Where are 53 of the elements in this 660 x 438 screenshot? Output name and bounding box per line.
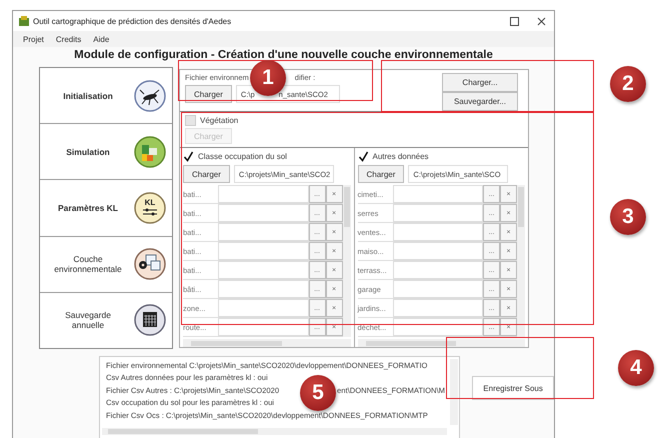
menu-item[interactable]: Projet: [23, 34, 44, 44]
layers-gear-icon: [134, 248, 166, 280]
file-field[interactable]: [392, 280, 483, 298]
config-button[interactable]: Sauvegarder...: [442, 92, 518, 111]
file-field[interactable]: [392, 261, 483, 279]
file-field[interactable]: [218, 299, 308, 317]
menu-item[interactable]: Credits: [56, 34, 82, 44]
bar-chart-icon: [134, 136, 166, 168]
sidebar-item[interactable]: Initialisation: [48, 90, 128, 101]
file-field[interactable]: [218, 261, 308, 279]
file-field[interactable]: [392, 242, 483, 260]
load-button[interactable]: Charger: [183, 165, 230, 183]
callout-number: 3: [610, 199, 646, 235]
window-title: Outil cartographique de prédiction des densités d'Aedes: [33, 16, 232, 26]
file-field[interactable]: [218, 223, 308, 241]
horizontal-scrollbar[interactable]: [102, 428, 448, 435]
sidebar-item[interactable]: Couche environnementale: [48, 254, 128, 274]
file-field[interactable]: [392, 299, 483, 317]
sidebar-item[interactable]: Simulation: [48, 146, 128, 157]
save-as-button[interactable]: Enregistrer Sous: [472, 376, 554, 400]
close-icon[interactable]: [537, 16, 546, 26]
checkbox[interactable]: [183, 151, 194, 162]
checkbox-label: Végétation: [200, 116, 238, 126]
horizontal-scrollbar[interactable]: [358, 339, 525, 347]
menu-item[interactable]: Aide: [93, 34, 110, 44]
mosquito-icon: [134, 80, 166, 112]
calendar-icon: [134, 304, 166, 336]
checkbox[interactable]: [358, 151, 368, 162]
sidebar-item[interactable]: Sauvegarde annuelle: [48, 310, 128, 330]
file-field[interactable]: [218, 242, 308, 260]
load-button[interactable]: Charger: [358, 165, 404, 183]
file-field[interactable]: [392, 204, 483, 222]
file-field[interactable]: [218, 280, 308, 298]
maximize-icon[interactable]: [510, 16, 519, 26]
module-heading: Module de configuration - Création d'une nouvelle couche environnementale: [73, 48, 494, 63]
vertical-scrollbar[interactable]: [450, 359, 458, 425]
file-field[interactable]: [218, 318, 308, 336]
file-field[interactable]: [392, 185, 483, 203]
load-button[interactable]: Charger: [185, 85, 232, 103]
file-field[interactable]: [392, 223, 483, 241]
config-button[interactable]: Charger...: [442, 73, 518, 92]
horizontal-scrollbar[interactable]: [183, 339, 350, 347]
app-icon: [19, 16, 29, 26]
file-field[interactable]: [218, 204, 308, 222]
callout-number: 4: [618, 350, 654, 386]
callout-number: 2: [610, 66, 646, 102]
checkbox-label: Autres données: [372, 152, 429, 161]
vertical-scrollbar[interactable]: [517, 185, 525, 337]
sliders-icon: KL: [134, 192, 166, 224]
sidebar-item[interactable]: Paramètres KL: [48, 203, 128, 213]
checkbox-label: Classe occupation du sol: [198, 152, 287, 161]
file-field[interactable]: [218, 185, 308, 203]
file-field[interactable]: [392, 318, 483, 336]
